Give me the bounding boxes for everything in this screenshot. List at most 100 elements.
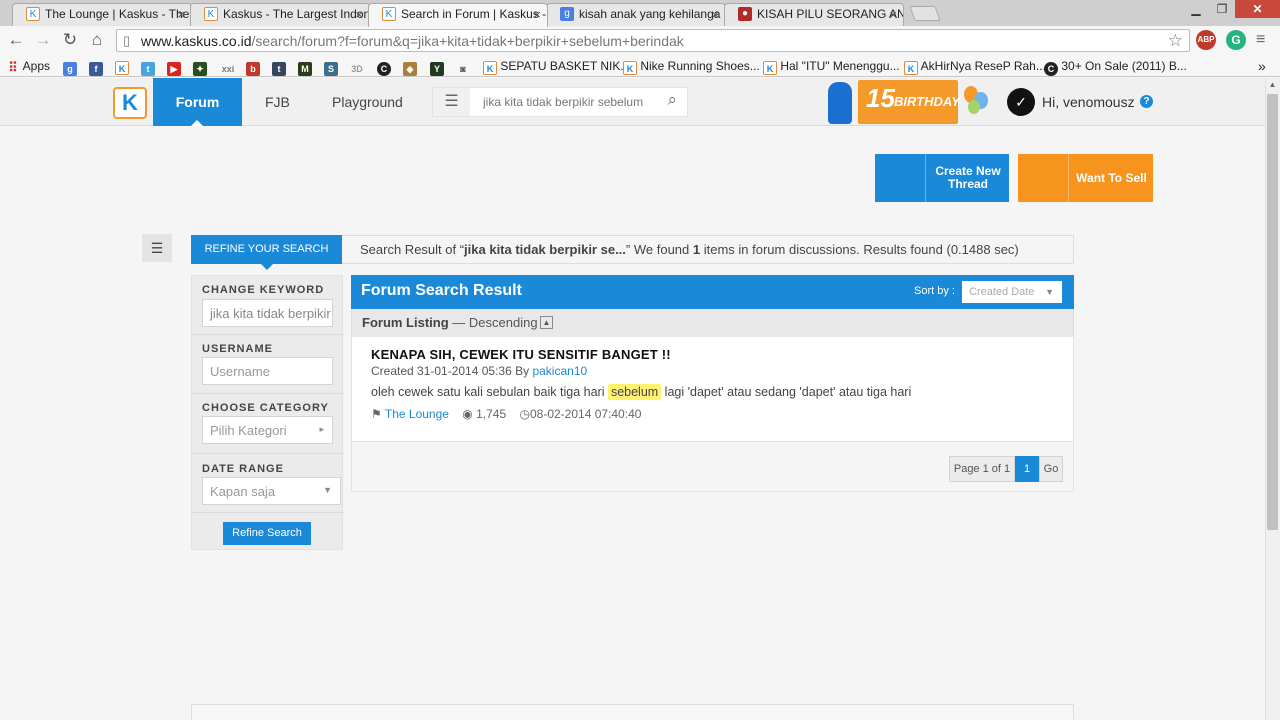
browser-tab-active[interactable]: K Search in Forum | Kaskus - ×	[368, 3, 548, 27]
tab-title: kisah anak yang kehilanga	[579, 7, 721, 21]
bookmark-facebook[interactable]: f	[89, 58, 103, 76]
bookmark-akhirnya[interactable]: K AkHirNya ReseP Rah...	[904, 58, 1046, 75]
close-icon[interactable]: ×	[177, 4, 185, 25]
sort-value: Created Date	[969, 286, 1035, 298]
daterange-value: Kapan saja	[210, 484, 276, 499]
listing-order: — Descending	[448, 315, 538, 330]
username-input[interactable]: Username	[202, 357, 333, 385]
listing-bar: Forum Listing — Descending ▲	[351, 309, 1074, 337]
refine-search-button[interactable]: Refine Search	[223, 522, 311, 545]
browser-tab[interactable]: ● KISAH PILU SEORANG AN ×	[724, 3, 904, 26]
browser-tab[interactable]: K Kaskus - The Largest Indon ×	[190, 3, 370, 26]
create-thread-button[interactable]: Create New Thread	[875, 154, 1009, 202]
home-icon[interactable]: ⌂	[87, 30, 107, 50]
help-icon[interactable]: ?	[1140, 95, 1153, 108]
bookmark-m[interactable]: M	[298, 58, 312, 76]
bookmark-youtube[interactable]: ▶	[167, 58, 181, 76]
browser-tab[interactable]: K The Lounge | Kaskus - The ×	[12, 3, 192, 26]
kaskus-icon: K	[904, 61, 918, 75]
bookmark-c[interactable]: C	[377, 58, 391, 76]
news-icon: ●	[738, 7, 752, 21]
bookmark-shield[interactable]: ◈	[403, 58, 417, 76]
bookmark-label: Apps	[22, 59, 51, 73]
tab-title: KISAH PILU SEORANG AN	[757, 7, 904, 21]
bookmark-b[interactable]: b	[246, 58, 260, 76]
bookmark-on-sale[interactable]: C 30+ On Sale (2011) B...	[1044, 58, 1187, 76]
nav-playground[interactable]: Playground	[332, 78, 403, 126]
category-label: CHOOSE CATEGORY	[202, 402, 329, 414]
adblock-icon[interactable]: ABP	[1196, 30, 1216, 50]
category-select[interactable]: Pilih Kategori ▸	[202, 416, 333, 444]
bookmark-y[interactable]: Y	[430, 58, 444, 76]
collapse-icon[interactable]: ▲	[540, 316, 553, 329]
nav-fjb[interactable]: FJB	[265, 78, 290, 126]
list-menu-icon[interactable]: ☰	[433, 88, 470, 116]
grammarly-icon[interactable]: G	[1226, 30, 1246, 50]
scrollbar-thumb[interactable]	[1267, 94, 1278, 530]
thread-title[interactable]: KENAPA SIH, CEWEK ITU SENSITIF BANGET !!	[371, 347, 671, 362]
window-close-icon[interactable]: ✕	[1235, 0, 1280, 18]
back-icon[interactable]: ←	[6, 30, 26, 50]
search-icon[interactable]: ⌕	[667, 90, 677, 110]
bookmark-star-icon[interactable]: ☆	[1168, 31, 1183, 51]
author-link[interactable]: pakican10	[532, 364, 587, 378]
close-icon[interactable]: ×	[355, 4, 363, 25]
bookmark-label: AkHirNya ReseP Rah...	[920, 59, 1046, 73]
bookmark-kaskus[interactable]: K	[115, 58, 129, 75]
s-icon: S	[324, 62, 338, 76]
c-icon: C	[1044, 62, 1058, 76]
close-icon[interactable]: ×	[889, 4, 897, 25]
forward-icon[interactable]: →	[33, 30, 53, 50]
url-text[interactable]: www.kaskus.co.id/search/forum?f=forum&q=…	[141, 33, 684, 49]
shield-icon: ◈	[403, 62, 417, 76]
bookmark-3d[interactable]: 3D	[350, 58, 364, 74]
page-number-button[interactable]: 1	[1015, 456, 1039, 482]
nav-forum[interactable]: Forum	[153, 78, 242, 126]
bookmark-twitter[interactable]: t	[141, 58, 155, 76]
facebook-icon: f	[89, 62, 103, 76]
bookmark-apps[interactable]: ⠿ Apps	[6, 58, 51, 75]
sidebar-toggle-icon[interactable]: ☰	[142, 234, 172, 262]
bookmarks-bar: ⠿ Apps g f K t ▶ ✦ xxi b t M S 3D C ◈ Y …	[0, 54, 1280, 77]
bookmark-tumblr[interactable]: t	[272, 58, 286, 76]
bookmark-game[interactable]: ✦	[193, 58, 207, 76]
browser-tab[interactable]: g kisah anak yang kehilanga ×	[546, 3, 726, 26]
summary-suffix: items in forum discussions. Results foun…	[700, 242, 1019, 257]
results-header: Forum Search Result Sort by : Created Da…	[351, 275, 1074, 309]
restore-icon[interactable]: ❐	[1209, 0, 1235, 18]
avatar[interactable]: ✓	[1007, 88, 1035, 116]
bookmark-s[interactable]: S	[324, 58, 338, 76]
close-icon[interactable]: ×	[711, 4, 719, 25]
sort-select[interactable]: Created Date ▼	[962, 281, 1062, 303]
menu-icon[interactable]: ≡	[1256, 31, 1265, 49]
tag-icon	[1018, 154, 1069, 202]
minimize-icon[interactable]: ▁	[1183, 0, 1209, 18]
close-icon[interactable]: ×	[533, 4, 541, 25]
kaskus-icon: K	[763, 61, 777, 75]
apps-grid-icon: ⠿	[8, 60, 18, 75]
kaskus-logo[interactable]: K	[113, 87, 147, 119]
bookmark-camera[interactable]: ◙	[456, 58, 470, 74]
scroll-up-icon[interactable]: ▲	[1265, 78, 1280, 92]
new-tab-button[interactable]	[909, 6, 941, 21]
want-to-sell-button[interactable]: Want To Sell	[1018, 154, 1153, 202]
daterange-select[interactable]: Kapan saja ▼	[202, 477, 341, 505]
chevron-right-icon[interactable]: »	[1258, 58, 1266, 74]
bookmark-google[interactable]: g	[63, 58, 77, 76]
forum-link[interactable]: The Lounge	[385, 407, 449, 421]
user-greeting[interactable]: Hi, venomousz	[1042, 94, 1135, 110]
bookmark-sepatu[interactable]: K SEPATU BASKET NIK...	[483, 58, 630, 75]
bookmark-hal-itu[interactable]: K Hal "ITU" Menenggu...	[763, 58, 900, 75]
browser-toolbar: ← → ↻ ⌂ ▯ www.kaskus.co.id/search/forum?…	[0, 26, 1280, 54]
birthday-banner[interactable]: 15 BIRTHDAY	[858, 80, 960, 124]
header-search-input[interactable]: jika kita tidak berpikir sebelum	[483, 95, 643, 109]
bookmark-nike[interactable]: K Nike Running Shoes...	[623, 58, 760, 75]
game-icon: ✦	[193, 62, 207, 76]
keyword-input[interactable]: jika kita tidak berpikir	[202, 299, 333, 327]
birthday-number: 15	[866, 83, 895, 113]
page-go-button[interactable]: Go	[1039, 456, 1063, 482]
summary-middle: ” We found	[625, 242, 693, 257]
bookmark-xxi[interactable]: xxi	[219, 58, 237, 74]
address-bar[interactable]: ▯ www.kaskus.co.id/search/forum?f=forum&…	[116, 29, 1190, 52]
reload-icon[interactable]: ↻	[60, 30, 80, 50]
